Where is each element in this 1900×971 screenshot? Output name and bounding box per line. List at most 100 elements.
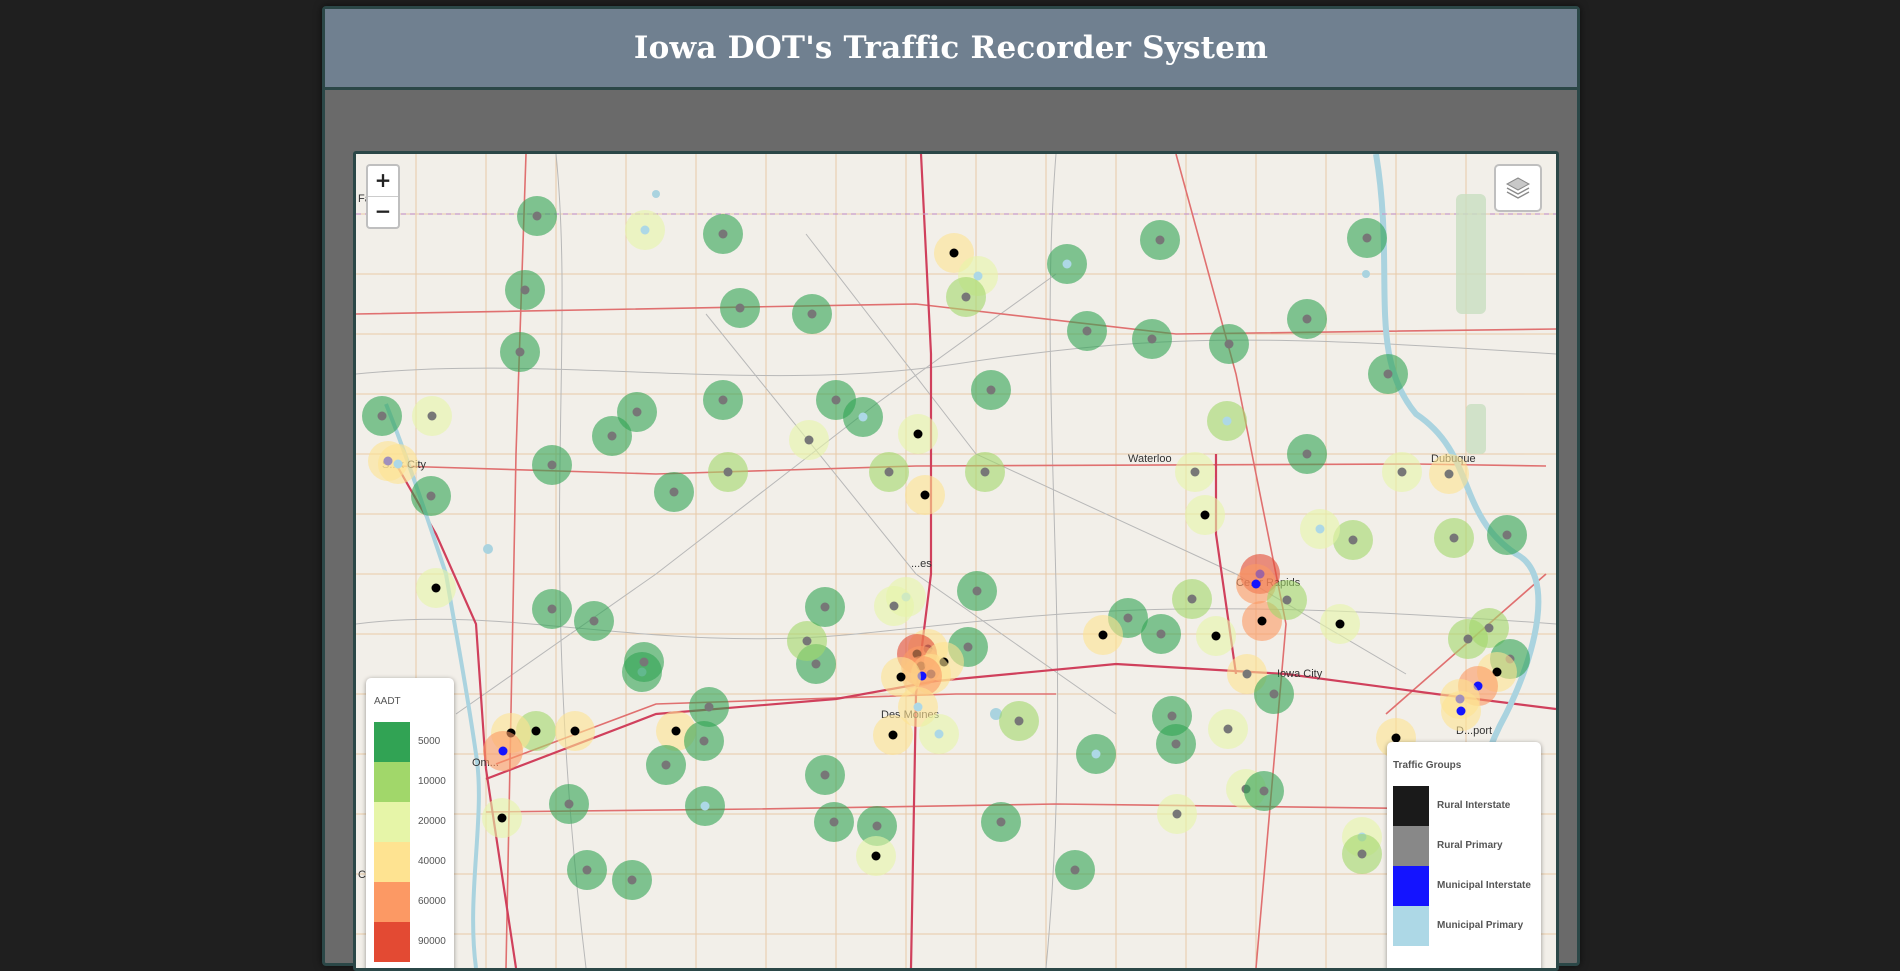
recorder-marker[interactable] — [1257, 616, 1267, 626]
recorder-marker[interactable] — [1187, 594, 1197, 604]
map-container[interactable]: Waterloo Dubuque Iowa City Des Moines Ce… — [353, 151, 1559, 971]
zoom-out-button[interactable]: − — [368, 196, 398, 227]
recorder-marker[interactable] — [704, 702, 714, 712]
recorder-marker[interactable] — [820, 770, 830, 780]
recorder-marker[interactable] — [889, 601, 899, 611]
recorder-marker[interactable] — [829, 817, 839, 827]
recorder-marker[interactable] — [1335, 619, 1345, 629]
recorder-marker[interactable] — [1147, 334, 1157, 344]
recorder-marker[interactable] — [1449, 533, 1459, 543]
recorder-marker[interactable] — [1123, 613, 1133, 623]
recorder-marker[interactable] — [820, 602, 830, 612]
recorder-marker[interactable] — [1156, 629, 1166, 639]
recorder-marker[interactable] — [996, 817, 1006, 827]
recorder-marker[interactable] — [858, 412, 868, 422]
recorder-marker[interactable] — [1463, 634, 1473, 644]
recorder-marker[interactable] — [920, 490, 930, 500]
recorder-marker[interactable] — [426, 491, 436, 501]
recorder-marker[interactable] — [961, 292, 971, 302]
recorder-marker[interactable] — [1082, 326, 1092, 336]
recorder-marker[interactable] — [831, 395, 841, 405]
recorder-marker[interactable] — [1222, 416, 1232, 426]
recorder-marker[interactable] — [589, 616, 599, 626]
recorder-marker[interactable] — [888, 730, 898, 740]
recorder-marker[interactable] — [949, 248, 959, 258]
recorder-marker[interactable] — [913, 702, 923, 712]
zoom-in-button[interactable]: + — [368, 166, 398, 196]
recorder-marker[interactable] — [498, 746, 508, 756]
recorder-marker[interactable] — [607, 431, 617, 441]
recorder-marker[interactable] — [1502, 530, 1512, 540]
recorder-marker[interactable] — [520, 285, 530, 295]
recorder-marker[interactable] — [393, 459, 403, 469]
recorder-marker[interactable] — [1014, 716, 1024, 726]
recorder-marker[interactable] — [1348, 535, 1358, 545]
recorder-marker[interactable] — [872, 821, 882, 831]
recorder-marker[interactable] — [547, 460, 557, 470]
recorder-marker[interactable] — [1223, 724, 1233, 734]
recorder-marker[interactable] — [1302, 314, 1312, 324]
recorder-marker[interactable] — [980, 467, 990, 477]
layers-control-button[interactable] — [1494, 164, 1542, 212]
recorder-marker[interactable] — [700, 801, 710, 811]
recorder-marker[interactable] — [570, 726, 580, 736]
recorder-marker[interactable] — [632, 407, 642, 417]
recorder-marker[interactable] — [735, 303, 745, 313]
recorder-marker[interactable] — [1251, 579, 1261, 589]
recorder-marker[interactable] — [671, 726, 681, 736]
recorder-marker[interactable] — [913, 429, 923, 439]
recorder-marker[interactable] — [1444, 469, 1454, 479]
recorder-marker[interactable] — [531, 726, 541, 736]
recorder-marker[interactable] — [807, 309, 817, 319]
recorder-marker[interactable] — [699, 736, 709, 746]
recorder-marker[interactable] — [627, 875, 637, 885]
recorder-marker[interactable] — [1070, 865, 1080, 875]
recorder-marker[interactable] — [1224, 339, 1234, 349]
recorder-marker[interactable] — [871, 851, 881, 861]
recorder-marker[interactable] — [497, 813, 507, 823]
recorder-marker[interactable] — [718, 229, 728, 239]
recorder-marker[interactable] — [934, 729, 944, 739]
recorder-marker[interactable] — [986, 385, 996, 395]
recorder-marker[interactable] — [564, 799, 574, 809]
recorder-marker[interactable] — [723, 467, 733, 477]
recorder-marker[interactable] — [661, 760, 671, 770]
recorder-marker[interactable] — [582, 865, 592, 875]
recorder-marker[interactable] — [1383, 369, 1393, 379]
recorder-marker[interactable] — [1259, 786, 1269, 796]
recorder-marker[interactable] — [1155, 235, 1165, 245]
recorder-marker[interactable] — [532, 211, 542, 221]
recorder-marker[interactable] — [804, 435, 814, 445]
recorder-marker[interactable] — [1282, 595, 1292, 605]
recorder-marker[interactable] — [1302, 449, 1312, 459]
recorder-marker[interactable] — [896, 672, 906, 682]
recorder-marker[interactable] — [639, 657, 649, 667]
recorder-marker[interactable] — [1211, 631, 1221, 641]
recorder-marker[interactable] — [547, 604, 557, 614]
recorder-marker[interactable] — [963, 642, 973, 652]
recorder-marker[interactable] — [1315, 524, 1325, 534]
recorder-marker[interactable] — [802, 636, 812, 646]
recorder-marker[interactable] — [1172, 809, 1182, 819]
recorder-marker[interactable] — [640, 225, 650, 235]
recorder-marker[interactable] — [1098, 630, 1108, 640]
recorder-marker[interactable] — [669, 487, 679, 497]
recorder-marker[interactable] — [1242, 669, 1252, 679]
recorder-marker[interactable] — [1167, 711, 1177, 721]
recorder-marker[interactable] — [431, 583, 441, 593]
recorder-marker[interactable] — [1200, 510, 1210, 520]
recorder-marker[interactable] — [811, 659, 821, 669]
recorder-marker[interactable] — [1362, 233, 1372, 243]
recorder-marker[interactable] — [515, 347, 525, 357]
recorder-marker[interactable] — [1190, 467, 1200, 477]
recorder-marker[interactable] — [1357, 849, 1367, 859]
traffic-recorder-markers[interactable] — [356, 154, 1556, 968]
recorder-marker[interactable] — [1456, 706, 1466, 716]
recorder-marker[interactable] — [1062, 259, 1072, 269]
recorder-marker[interactable] — [718, 395, 728, 405]
recorder-marker[interactable] — [377, 411, 387, 421]
recorder-marker[interactable] — [884, 467, 894, 477]
recorder-marker[interactable] — [427, 411, 437, 421]
recorder-marker[interactable] — [972, 586, 982, 596]
recorder-marker[interactable] — [1171, 739, 1181, 749]
